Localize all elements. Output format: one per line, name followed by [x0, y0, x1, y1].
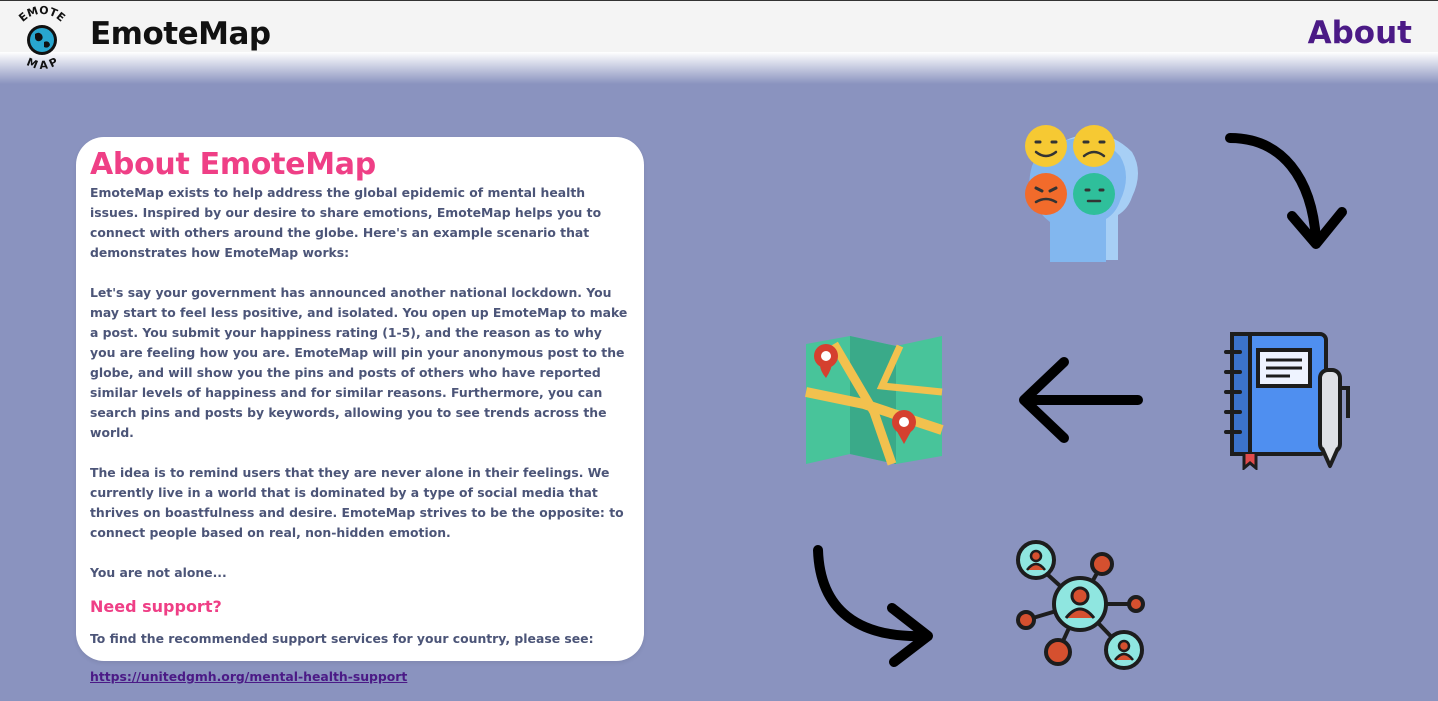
- curved-arrow-down-icon: [1225, 133, 1347, 249]
- curved-arrow-right-icon: [813, 545, 933, 667]
- support-heading: Need support?: [90, 597, 222, 616]
- logo-bottom-text: MAP: [25, 55, 60, 72]
- nav-about-link[interactable]: About: [1308, 15, 1412, 51]
- emotions-heads-icon: [1025, 125, 1138, 262]
- map-pins-icon: [804, 336, 944, 466]
- header-fade: [0, 52, 1438, 84]
- about-title: About EmoteMap: [90, 147, 376, 182]
- about-paragraph-3: The idea is to remind users that they ar…: [90, 465, 624, 540]
- about-paragraph-2: Let's say your government has announced …: [90, 285, 628, 440]
- arrow-left-icon: [1019, 357, 1143, 443]
- about-card: About EmoteMap EmoteMap exists to help a…: [76, 137, 644, 684]
- people-network-icon: [1016, 540, 1145, 670]
- support-link[interactable]: https://unitedgmh.org/mental-health-supp…: [90, 669, 407, 684]
- emotemap-logo[interactable]: EMOTE MAP: [8, 4, 76, 72]
- support-text: To find the recommended support services…: [90, 631, 594, 646]
- brand-name[interactable]: EmoteMap: [90, 16, 271, 52]
- notebook-icon: [1224, 332, 1350, 470]
- logo-top-text: EMOTE: [16, 4, 67, 25]
- about-closing: You are not alone...: [90, 565, 227, 580]
- about-paragraph-1: EmoteMap exists to help address the glob…: [90, 185, 602, 260]
